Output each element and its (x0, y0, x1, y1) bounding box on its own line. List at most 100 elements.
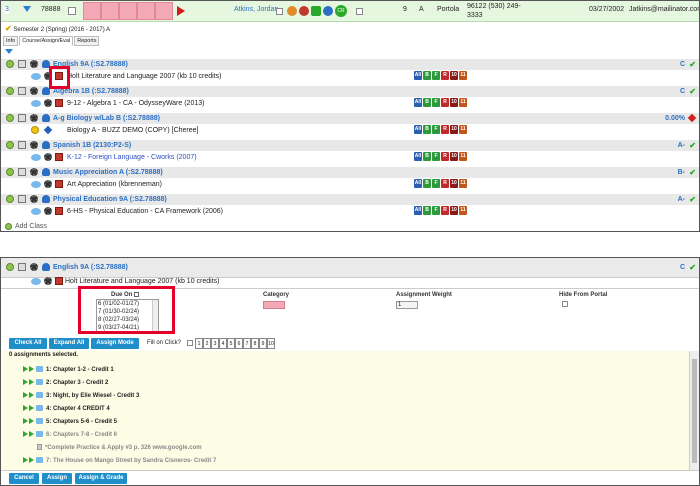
gear-icon[interactable] (30, 87, 38, 95)
student-name[interactable]: Atkins, Jordan (234, 5, 278, 15)
assignment-item[interactable]: 3: Night, by Elie Wiesel - Credit 3 (23, 392, 139, 401)
course-title[interactable]: A-g Biology w/Lab B (:S2.78888) (53, 114, 160, 123)
note-icon[interactable] (68, 7, 76, 15)
course-title[interactable]: Physical Education 9A (:S2.78888) (53, 195, 167, 204)
tab-course-assign-eval[interactable]: Course/Assign/Eval (19, 36, 74, 46)
assign-arrow-icon[interactable] (29, 457, 34, 464)
report-badge[interactable]: All (414, 98, 422, 107)
copy-icon[interactable] (18, 141, 26, 149)
status-circle-icon[interactable] (6, 87, 14, 95)
report-badge[interactable]: All (414, 206, 422, 215)
expand-down-icon[interactable] (23, 6, 31, 16)
report-badge[interactable]: F (432, 71, 440, 80)
scroll-thumb[interactable] (692, 359, 697, 463)
report-badge[interactable]: R (441, 71, 449, 80)
report-badge[interactable]: F (432, 152, 440, 161)
fill-number-box[interactable]: 7 (243, 338, 251, 349)
p2-course-row[interactable]: English 9A (:S2.78888) C ✔ (1, 258, 699, 278)
assignment-item[interactable]: 7: The House on Mango Street by Sandra C… (23, 457, 216, 466)
flower-red-icon[interactable] (299, 6, 309, 16)
report-badge[interactable]: 10 (450, 98, 458, 107)
copy-icon[interactable] (18, 60, 26, 68)
report-badge[interactable]: R (441, 152, 449, 161)
fill-number-box[interactable]: 1 (195, 338, 203, 349)
status-circle-icon[interactable] (6, 60, 14, 68)
collapse-icon[interactable] (5, 49, 13, 54)
cloud-icon[interactable] (31, 181, 41, 188)
attendance-cell[interactable] (101, 2, 119, 20)
gear-icon[interactable] (30, 114, 38, 122)
report-badge[interactable]: 11 (459, 71, 467, 80)
person-icon[interactable] (42, 114, 50, 122)
person-icon[interactable] (42, 263, 50, 271)
assign-arrow-icon[interactable] (23, 392, 28, 399)
gear-icon[interactable] (30, 263, 38, 271)
sub-assignment-item[interactable]: *Complete Practice & Apply #3 p. 326 www… (37, 444, 202, 453)
expand-all-button[interactable]: Expand All (49, 338, 89, 349)
category-select[interactable] (263, 301, 285, 309)
wrench-icon[interactable] (323, 6, 333, 16)
report-badge[interactable]: All (414, 71, 422, 80)
assign-arrow-icon[interactable] (23, 431, 28, 438)
assign-arrow-icon[interactable] (23, 366, 28, 373)
report-badge[interactable]: 10 (450, 152, 458, 161)
student-checkbox[interactable] (276, 8, 283, 15)
report-badge[interactable]: F (432, 125, 440, 134)
report-badge[interactable]: F (432, 98, 440, 107)
report-badge[interactable]: All (414, 179, 422, 188)
assignment-item[interactable]: 6: Chapters 7-8 - Credit 6 (23, 431, 117, 440)
course-row[interactable]: A-g Biology w/Lab B (:S2.78888) 0.00% (1, 113, 699, 124)
email[interactable]: Jatkins@mailinator.com (629, 5, 699, 15)
assign-arrow-icon[interactable] (29, 366, 34, 373)
fill-number-box[interactable]: 6 (235, 338, 243, 349)
cloud-icon[interactable] (31, 100, 41, 107)
assign-arrow-icon[interactable] (29, 405, 34, 412)
report-badge[interactable]: 11 (459, 206, 467, 215)
cloud-icon[interactable] (31, 154, 41, 161)
book-icon[interactable] (55, 207, 63, 215)
report-badge[interactable]: F (432, 179, 440, 188)
copy-icon[interactable] (18, 168, 26, 176)
report-badge[interactable]: F (432, 206, 440, 215)
fill-on-click-checkbox[interactable] (187, 340, 193, 346)
attendance-cell[interactable] (119, 2, 137, 20)
person-icon[interactable] (42, 195, 50, 203)
assign-arrow-icon[interactable] (29, 418, 34, 425)
book-icon[interactable] (55, 99, 63, 107)
hide-from-portal-checkbox[interactable] (562, 301, 568, 307)
report-badge[interactable]: All (414, 152, 422, 161)
report-badge[interactable]: 10 (450, 125, 458, 134)
book-icon[interactable] (55, 277, 63, 285)
cloud-icon[interactable] (31, 278, 41, 285)
copy-icon[interactable] (18, 195, 26, 203)
report-badge[interactable]: 11 (459, 125, 467, 134)
course-title[interactable]: English 9A (:S2.78888) (53, 264, 128, 271)
gear-icon[interactable] (30, 195, 38, 203)
course-title[interactable]: Music Appreciation A (:S2.78888) (53, 168, 163, 177)
tab-reports[interactable]: Reports (74, 36, 100, 46)
select-checkbox[interactable] (356, 8, 363, 15)
fill-number-box[interactable]: 5 (227, 338, 235, 349)
report-badge[interactable]: 10 (450, 179, 458, 188)
assignment-item[interactable]: 4: Chapter 4 CREDIT 4 (23, 405, 110, 414)
fill-number-box[interactable]: 4 (219, 338, 227, 349)
report-badge[interactable]: B (423, 98, 431, 107)
report-badge[interactable]: 11 (459, 152, 467, 161)
report-badge[interactable]: B (423, 71, 431, 80)
report-badge[interactable]: All (414, 125, 422, 134)
report-badge[interactable]: B (423, 152, 431, 161)
assignment-item[interactable]: 5: Chapters 5-6 - Credit 5 (23, 418, 117, 427)
assignment-item[interactable]: 1: Chapter 1-2 - Credit 1 (23, 366, 114, 375)
attendance-cells[interactable] (83, 2, 173, 20)
status-circle-icon[interactable] (6, 114, 14, 122)
gear-icon[interactable] (30, 141, 38, 149)
fill-number-box[interactable]: 2 (203, 338, 211, 349)
report-badge[interactable]: 11 (459, 98, 467, 107)
assignment-scrollbar[interactable] (689, 351, 699, 471)
assign-arrow-icon[interactable] (29, 431, 34, 438)
assignment-item[interactable]: 2: Chapter 3 - Credit 2 (23, 379, 108, 388)
course-title[interactable]: Spanish 1B (2130:P2-S) (53, 141, 131, 150)
flower-icon[interactable] (287, 6, 297, 16)
fill-number-box[interactable]: 10 (267, 338, 275, 349)
course-row[interactable]: Spanish 1B (2130:P2-S) A- ✔ (1, 140, 699, 151)
